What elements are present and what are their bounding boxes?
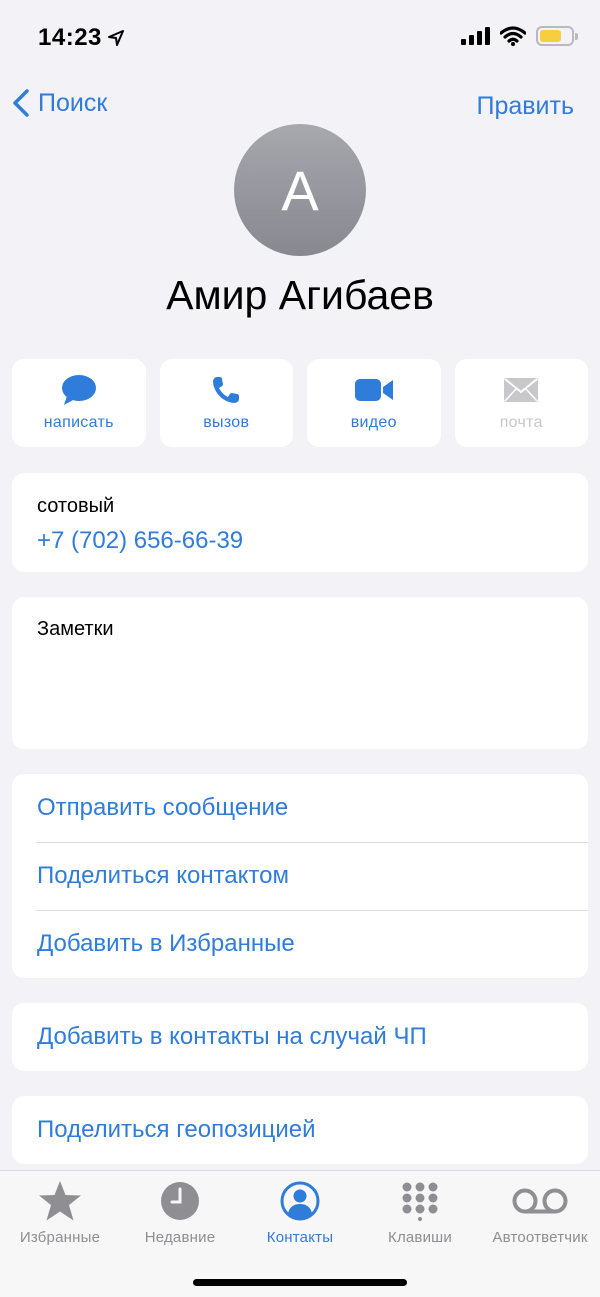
envelope-icon xyxy=(504,378,539,402)
tab-favorites-label: Избранные xyxy=(19,1229,101,1246)
quick-actions: написать вызов видео почта xyxy=(12,359,588,447)
phone-icon xyxy=(213,377,240,403)
status-indicators xyxy=(461,26,578,46)
clock-icon xyxy=(161,1182,199,1220)
video-camera-icon xyxy=(354,379,393,401)
notes-label: Заметки xyxy=(37,618,114,640)
voicemail-icon xyxy=(512,1188,568,1214)
call-button-label: вызов xyxy=(203,414,250,431)
share-location-row[interactable]: Поделиться геопозицией xyxy=(12,1096,588,1164)
keypad-icon xyxy=(402,1182,438,1221)
back-button[interactable]: Поиск xyxy=(12,88,107,118)
video-button[interactable]: видео xyxy=(307,359,441,447)
navigation-bar: Поиск Править xyxy=(0,84,600,128)
notes-card[interactable]: Заметки xyxy=(12,597,588,749)
wifi-icon xyxy=(500,26,526,46)
mail-button[interactable]: почта xyxy=(454,359,588,447)
phone-card: сотовый +7 (702) 656-66-39 xyxy=(12,473,588,572)
tab-contacts[interactable]: Контакты xyxy=(240,1179,360,1259)
cellular-signal-icon xyxy=(461,27,490,45)
tab-favorites[interactable]: Избранные xyxy=(0,1179,120,1259)
message-bubble-icon xyxy=(61,375,96,405)
star-icon xyxy=(39,1181,81,1221)
send-message-row[interactable]: Отправить сообщение xyxy=(12,774,588,842)
phone-number-link[interactable]: +7 (702) 656-66-39 xyxy=(37,527,243,555)
location-arrow-icon xyxy=(107,30,124,46)
share-location-card: Поделиться геопозицией xyxy=(12,1096,588,1164)
message-button-label: написать xyxy=(43,414,114,431)
emergency-contact-card: Добавить в контакты на случай ЧП xyxy=(12,1003,588,1071)
tab-keypad-label: Клавиши xyxy=(388,1229,452,1246)
contact-name: Амир Агибаев xyxy=(166,272,434,318)
tab-keypad[interactable]: Клавиши xyxy=(360,1179,480,1259)
status-bar: 14:23 xyxy=(0,0,600,80)
add-emergency-contact-row[interactable]: Добавить в контакты на случай ЧП xyxy=(12,1003,588,1071)
contact-actions-list: Отправить сообщение Поделиться контактом… xyxy=(12,774,588,978)
tab-voicemail-label: Автоответчик xyxy=(492,1229,588,1246)
contact-person-icon xyxy=(280,1181,320,1221)
mail-button-label: почта xyxy=(499,414,543,431)
add-to-favorites-row[interactable]: Добавить в Избранные xyxy=(12,910,588,978)
chevron-left-icon xyxy=(13,89,29,117)
tab-voicemail[interactable]: Автоответчик xyxy=(480,1179,600,1259)
edit-button[interactable]: Править xyxy=(477,92,575,121)
back-button-label: Поиск xyxy=(38,88,108,117)
tab-contacts-label: Контакты xyxy=(266,1229,334,1246)
home-indicator xyxy=(193,1279,407,1286)
tab-recents-label: Недавние xyxy=(144,1229,216,1246)
battery-icon xyxy=(536,26,578,46)
share-contact-row[interactable]: Поделиться контактом xyxy=(12,842,588,910)
clock-text: 14:23 xyxy=(38,24,102,51)
status-time: 14:23 xyxy=(38,24,124,52)
tab-bar: Избранные Недавние Контакты Клавиши Авто… xyxy=(0,1170,600,1297)
phone-label: сотовый xyxy=(37,495,115,517)
video-button-label: видео xyxy=(350,414,397,431)
tab-recents[interactable]: Недавние xyxy=(120,1179,240,1259)
call-button[interactable]: вызов xyxy=(159,359,293,447)
message-button[interactable]: написать xyxy=(12,359,146,447)
avatar-initial: А xyxy=(281,158,319,222)
avatar[interactable]: А xyxy=(234,124,366,256)
